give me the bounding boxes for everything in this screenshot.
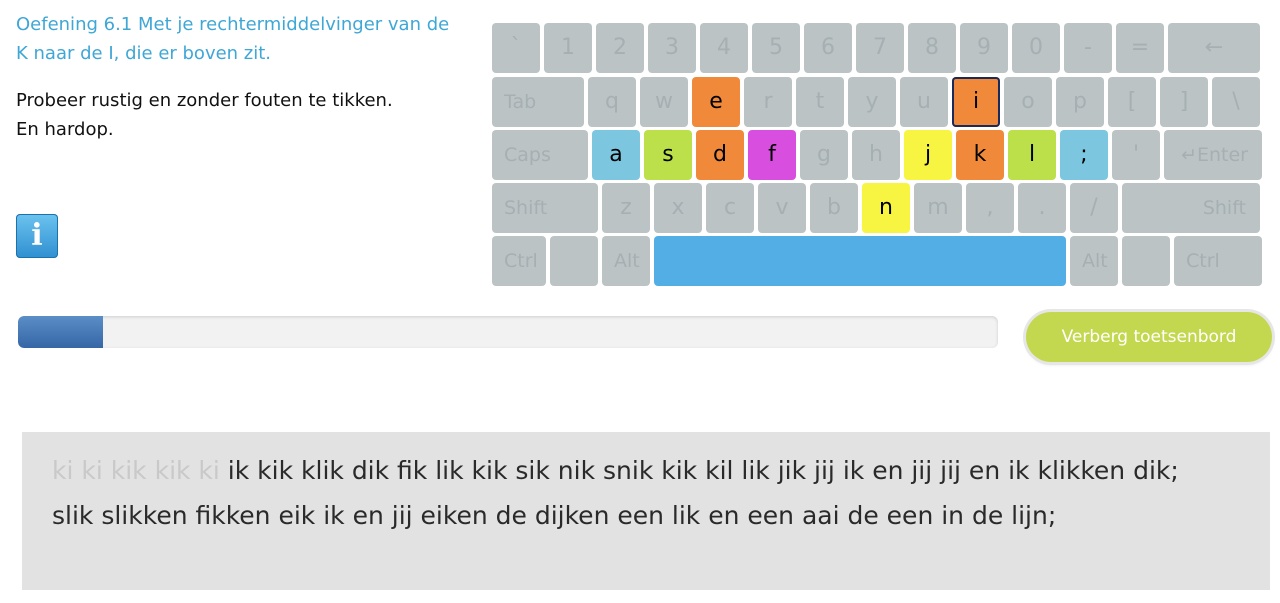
key-f: f: [748, 130, 796, 180]
key-v: v: [758, 183, 806, 233]
instruction-line: En hardop.: [16, 119, 114, 140]
instruction-line: Probeer rustig en zonder fouten te tikke…: [16, 90, 393, 111]
key-x: x: [654, 183, 702, 233]
key-c: c: [706, 183, 754, 233]
key-quote: ': [1112, 130, 1160, 180]
key-j: j: [904, 130, 952, 180]
key-shift: Shift: [492, 183, 598, 233]
keyboard-row: Shift z x c v b n m,. / Shift: [492, 183, 1266, 233]
key-u: u: [900, 77, 948, 127]
key-m: m: [914, 183, 962, 233]
key-s: s: [644, 130, 692, 180]
key-bracket-left: [: [1108, 77, 1156, 127]
key-comma: ,: [966, 183, 1014, 233]
progress-bar-fill: [18, 316, 104, 348]
key-a: a: [592, 130, 640, 180]
key-equals: =: [1116, 23, 1164, 73]
key-ctrl: Ctrl: [1174, 236, 1262, 286]
key-blank: [550, 236, 598, 286]
key-bracket-right: ]: [1160, 77, 1208, 127]
key-o: o: [1004, 77, 1052, 127]
typed-text: ki ki kik kik ki: [52, 456, 220, 485]
key-ctrl: Ctrl: [492, 236, 546, 286]
key-3: 3: [648, 23, 696, 73]
key-alt: Alt: [1070, 236, 1118, 286]
key-6: 6: [804, 23, 852, 73]
key-2: 2: [596, 23, 644, 73]
key-shift: Shift: [1122, 183, 1260, 233]
key-h: h: [852, 130, 900, 180]
key-slash: /: [1070, 183, 1118, 233]
key-period: .: [1018, 183, 1066, 233]
key-r: r: [744, 77, 792, 127]
key-k: k: [956, 130, 1004, 180]
keyboard-row: Caps a s d f g h j k l; ' ↵Enter: [492, 130, 1266, 180]
key-t: t: [796, 77, 844, 127]
key-8: 8: [908, 23, 956, 73]
key-9: 9: [960, 23, 1008, 73]
key-p: p: [1056, 77, 1104, 127]
key-i: i: [952, 77, 1000, 127]
hide-keyboard-button[interactable]: Verberg toetsenbord: [1026, 312, 1272, 362]
key-y: y: [848, 77, 896, 127]
key-space: [654, 236, 1066, 286]
key-q: q: [588, 77, 636, 127]
key-b: b: [810, 183, 858, 233]
keyboard-row: Ctrl Alt Alt Ctrl: [492, 236, 1266, 286]
info-icon[interactable]: i: [16, 214, 58, 258]
key-backspace: ←: [1168, 23, 1260, 73]
key-blank: [1122, 236, 1170, 286]
key-g: g: [800, 130, 848, 180]
key-5: 5: [752, 23, 800, 73]
key-enter: ↵Enter: [1164, 130, 1262, 180]
typing-text-area[interactable]: ki ki kik kik ki ik kik klik dik fik lik…: [22, 432, 1270, 590]
keyboard-row: Tab q w e r t y u i o p[] \: [492, 77, 1266, 127]
key-semicolon: ;: [1060, 130, 1108, 180]
exercise-instructions: Probeer rustig en zonder fouten te tikke…: [16, 86, 456, 144]
onscreen-keyboard: ` 1 2 3 4 5 6 7 8 9 0- = ← Tab q w e r t y u i o p[] \ Caps a s d f g h…: [492, 23, 1266, 287]
key-0: 0: [1012, 23, 1060, 73]
key-backslash: \: [1212, 77, 1260, 127]
remaining-text: ik kik klik dik fik lik kik sik nik snik…: [52, 456, 1179, 530]
key-z: z: [602, 183, 650, 233]
key-1: 1: [544, 23, 592, 73]
exercise-title: Oefening 6.1 Met je rechtermiddelvinger …: [16, 14, 450, 64]
key-tab: Tab: [492, 77, 584, 127]
key-l: l: [1008, 130, 1056, 180]
key-d: d: [696, 130, 744, 180]
keyboard-row: ` 1 2 3 4 5 6 7 8 9 0- = ←: [492, 23, 1266, 73]
key-4: 4: [700, 23, 748, 73]
key-caps: Caps: [492, 130, 588, 180]
key-w: w: [640, 77, 688, 127]
typing-text: ki ki kik kik ki ik kik klik dik fik lik…: [52, 448, 1202, 538]
key-7: 7: [856, 23, 904, 73]
key-backtick: `: [492, 23, 540, 73]
key-alt: Alt: [602, 236, 650, 286]
key-minus: -: [1064, 23, 1112, 73]
typing-exercise-page: Oefening 6.1 Met je rechtermiddelvinger …: [0, 0, 1280, 603]
key-e: e: [692, 77, 740, 127]
key-n: n: [862, 183, 910, 233]
progress-bar: [18, 316, 998, 348]
